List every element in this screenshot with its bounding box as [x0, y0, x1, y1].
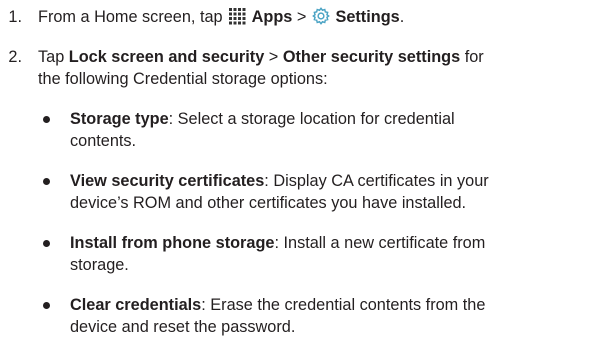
bullet-title: Storage type [70, 110, 169, 128]
step-2-line-1-tail: for [464, 48, 484, 66]
bullet-description: : Display CA certificates in your [264, 172, 489, 190]
bullet-dot [43, 178, 50, 185]
bullet-description-line-2: storage. [70, 256, 129, 274]
bullet-description-line-2: device’s ROM and other certificates you … [70, 194, 467, 212]
bullet-dot [43, 240, 50, 247]
apps-label: Apps [251, 8, 293, 26]
settings-label: Settings [335, 8, 400, 26]
step-1-text: From a Home screen, tap Apps > Settings. [38, 6, 606, 31]
step-2-separator: > [268, 48, 279, 66]
bullet-dot [43, 302, 50, 309]
bullet-description-line-2: device and reset the password. [70, 318, 296, 336]
bullet-title: View security certificates [70, 172, 265, 190]
step-2-number: 2. [8, 48, 22, 66]
menu-other-security-settings: Other security settings [282, 48, 461, 66]
menu-lock-screen-security: Lock screen and security [68, 48, 265, 66]
bullet-dot [43, 116, 50, 123]
bullet-title: Install from phone storage [70, 234, 275, 252]
step-1-number: 1. [8, 8, 22, 26]
bullet-title: Clear credentials [70, 296, 202, 314]
step-1-suffix: . [399, 8, 405, 26]
apps-grid-icon [228, 7, 246, 31]
step-1-separator: > [296, 8, 307, 26]
step-2-text: Tap Lock screen and security > Other sec… [38, 46, 606, 90]
bullet-description-line-2: contents. [70, 132, 137, 150]
bullet-description: : Erase the credential contents from the [201, 296, 486, 314]
step-2-line-2: the following Credential storage options… [38, 70, 328, 88]
instruction-document: 1. From a Home screen, tap Apps > Settin… [0, 0, 609, 342]
bullet-description: : Select a storage location for credenti… [168, 110, 455, 128]
step-2-line-1: Tap Lock screen and security > Other sec… [38, 46, 606, 68]
settings-gear-icon [312, 7, 330, 31]
step-2-prefix: Tap [38, 48, 65, 66]
step-1-prefix: From a Home screen, tap [38, 8, 223, 26]
bullet-description: : Install a new certificate from [274, 234, 486, 252]
